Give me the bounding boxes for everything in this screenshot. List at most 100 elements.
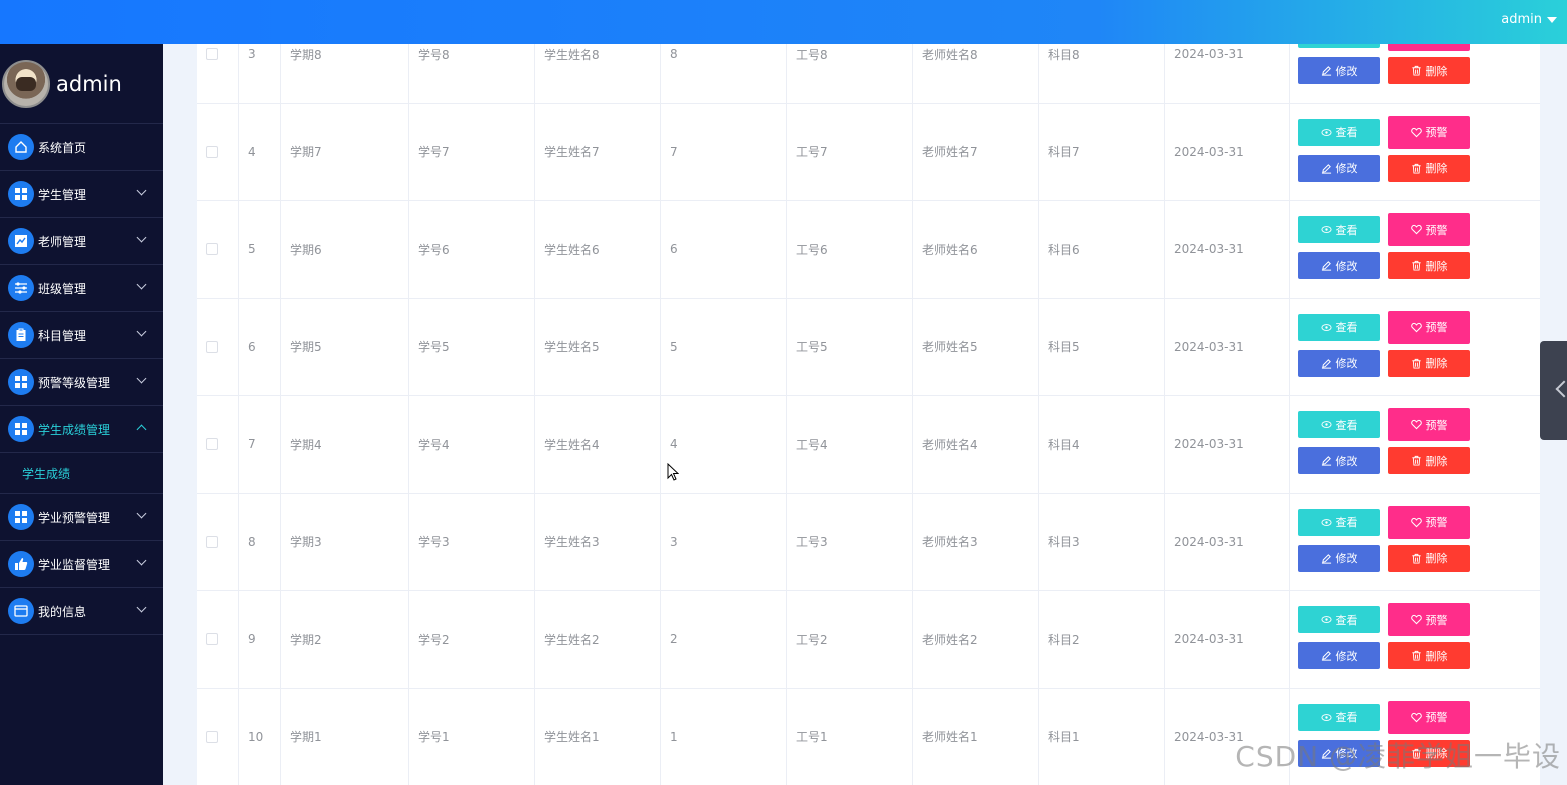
warn-button[interactable]: 预警: [1388, 408, 1470, 441]
cell-date: 2024-03-31: [1165, 201, 1290, 298]
card-icon: [8, 598, 34, 624]
edit-button[interactable]: 修改: [1298, 57, 1380, 84]
cell-student-id: 学号5: [409, 298, 535, 395]
edit-button[interactable]: 修改: [1298, 447, 1380, 474]
view-button-label: 查看: [1335, 223, 1358, 237]
cell-index: 6: [239, 298, 281, 395]
sidebar-item-subject[interactable]: 科目管理: [0, 312, 163, 359]
cell-teacher-id: 工号8: [787, 44, 913, 103]
cell-teacher-name: 老师姓名2: [913, 591, 1039, 688]
sidebar-item-label: 学生管理: [38, 187, 87, 202]
cell-student-name: 学生姓名1: [535, 688, 661, 785]
view-button[interactable]: 查看: [1298, 411, 1380, 438]
cell-teacher-id: 工号4: [787, 396, 913, 493]
grid-icon: [8, 369, 34, 395]
cell-teacher-name: 老师姓名8: [913, 44, 1039, 103]
row-checkbox[interactable]: [206, 535, 218, 548]
delete-button[interactable]: 删除: [1388, 349, 1470, 377]
warn-button[interactable]: 预警: [1388, 44, 1470, 51]
sidebar-item-student-score[interactable]: 学生成绩管理: [0, 406, 163, 453]
view-button[interactable]: 查看: [1298, 313, 1380, 341]
cell-student-name: 学生姓名4: [535, 396, 661, 493]
delete-button[interactable]: 删除: [1388, 642, 1470, 669]
cell-teacher-id: 工号6: [787, 201, 913, 298]
sidebar-item-home[interactable]: 系统首页: [0, 124, 163, 171]
sidebar-item-warning-level[interactable]: 预警等级管理: [0, 359, 163, 406]
table-row: 5 学期6 学号6 学生姓名6 6 工号6 老师姓名6 科目6 2024-03-31 查看 预警 修改…: [197, 201, 1540, 299]
sidebar-menu: 系统首页学生管理老师管理班级管理科目管理预警等级管理学生成绩管理 学生成绩学业预警…: [0, 124, 163, 635]
row-checkbox[interactable]: [206, 340, 218, 353]
row-checkbox[interactable]: [206, 145, 218, 158]
thumb-icon: [8, 551, 34, 577]
table-row: 4 学期7 学号7 学生姓名7 7 工号7 老师姓名7 科目7 2024-03-31 查看 预警 修改…: [197, 103, 1540, 201]
sidebar-item-label: 预警等级管理: [38, 375, 111, 390]
view-button[interactable]: 查看: [1298, 703, 1380, 731]
cell-term: 学期5: [281, 298, 409, 395]
view-button[interactable]: 查看: [1298, 216, 1380, 243]
sidebar-item-label: 老师管理: [38, 234, 87, 249]
sidebar-item-my-info[interactable]: 我的信息: [0, 588, 163, 635]
edit-button[interactable]: 修改: [1298, 642, 1380, 669]
cell-subject: 科目7: [1039, 103, 1165, 200]
warn-button-label: 预警: [1425, 516, 1448, 529]
cell-student-name: 学生姓名8: [535, 44, 661, 103]
user-menu[interactable]: admin: [1501, 12, 1557, 27]
sidebar-subitem-student-score[interactable]: 学生成绩: [0, 453, 163, 494]
cell-score: 8: [661, 44, 787, 103]
sidebar-item-student[interactable]: 学生管理: [0, 171, 163, 218]
row-checkbox[interactable]: [206, 633, 218, 646]
side-panel-toggle[interactable]: [1540, 341, 1567, 440]
row-checkbox[interactable]: [206, 243, 218, 256]
delete-button-label: 删除: [1425, 259, 1448, 273]
sidebar-item-label: 班级管理: [38, 281, 87, 296]
delete-button[interactable]: 删除: [1388, 544, 1470, 572]
edit-button[interactable]: 修改: [1298, 349, 1380, 377]
warn-button[interactable]: 预警: [1388, 310, 1470, 344]
cell-date: 2024-03-31: [1165, 298, 1290, 395]
cell-subject: 科目5: [1039, 298, 1165, 395]
cell-student-name: 学生姓名2: [535, 591, 661, 688]
edit-button[interactable]: 修改: [1298, 252, 1380, 279]
warn-button[interactable]: 预警: [1388, 213, 1470, 246]
cell-index: 7: [239, 396, 281, 493]
warn-button-label: 预警: [1425, 711, 1448, 724]
cell-index: 8: [239, 493, 281, 590]
delete-button[interactable]: 删除: [1388, 447, 1470, 474]
warn-button-label: 预警: [1425, 223, 1448, 237]
view-button[interactable]: 查看: [1298, 508, 1380, 536]
delete-button[interactable]: 删除: [1388, 154, 1470, 182]
cell-index: 3: [239, 44, 281, 103]
sidebar-item-academic-warning[interactable]: 学业预警管理: [0, 494, 163, 541]
edit-button[interactable]: 修改: [1298, 154, 1380, 182]
sidebar-item-label: 学业预警管理: [38, 510, 111, 525]
view-button[interactable]: 查看: [1298, 118, 1380, 146]
edit-button[interactable]: 修改: [1298, 544, 1380, 572]
sidebar-item-class[interactable]: 班级管理: [0, 265, 163, 312]
row-checkbox[interactable]: [206, 48, 218, 61]
delete-button[interactable]: 删除: [1388, 252, 1470, 279]
cell-student-name: 学生姓名5: [535, 298, 661, 395]
cell-student-id: 学号2: [409, 591, 535, 688]
chevron-down-icon: [136, 232, 147, 243]
view-button[interactable]: 查看: [1298, 606, 1380, 633]
cell-teacher-id: 工号1: [787, 688, 913, 785]
cell-subject: 科目6: [1039, 201, 1165, 298]
sidebar-item-label: 学业监督管理: [38, 557, 111, 572]
row-checkbox[interactable]: [206, 438, 218, 451]
warn-button-label: 预警: [1425, 126, 1448, 139]
delete-button[interactable]: 删除: [1388, 57, 1470, 84]
view-button[interactable]: 查看: [1298, 44, 1380, 48]
warn-button[interactable]: 预警: [1388, 700, 1470, 734]
warn-button[interactable]: 预警: [1388, 505, 1470, 539]
row-actions: 查看 预警修改 删除: [1290, 104, 1540, 201]
sidebar-item-teacher[interactable]: 老师管理: [0, 218, 163, 265]
table-row: 8 学期3 学号3 学生姓名3 3 工号3 老师姓名3 科目3 2024-03-31 查看 预警 修改…: [197, 493, 1540, 591]
cell-index: 5: [239, 201, 281, 298]
sidebar: admin 系统首页学生管理老师管理班级管理科目管理预警等级管理学生成绩管理 学生…: [0, 44, 163, 785]
warn-button[interactable]: 预警: [1388, 115, 1470, 149]
sidebar-item-academic-supervision[interactable]: 学业监督管理: [0, 541, 163, 588]
chevron-down-icon: [136, 602, 147, 613]
sidebar-username: admin: [56, 71, 122, 96]
warn-button[interactable]: 预警: [1388, 603, 1470, 636]
row-checkbox[interactable]: [206, 730, 218, 743]
